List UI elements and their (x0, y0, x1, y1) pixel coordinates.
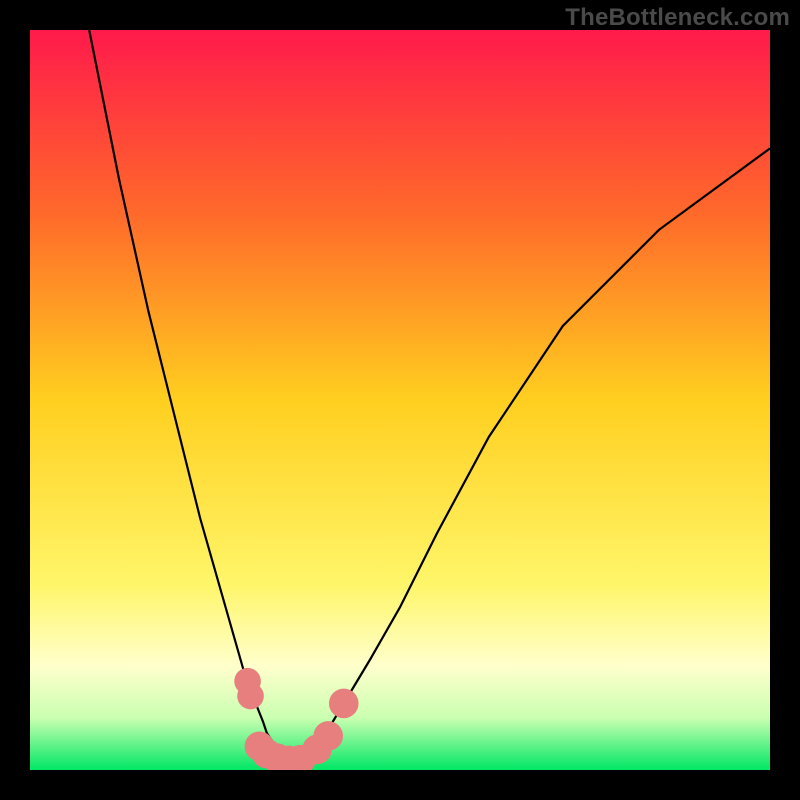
marker-dot (329, 689, 359, 719)
chart-frame: TheBottleneck.com (0, 0, 800, 800)
bottleneck-chart (30, 30, 770, 770)
marker-dot (313, 721, 343, 751)
watermark-label: TheBottleneck.com (565, 4, 790, 32)
chart-background (30, 30, 770, 770)
marker-dot (237, 683, 264, 710)
